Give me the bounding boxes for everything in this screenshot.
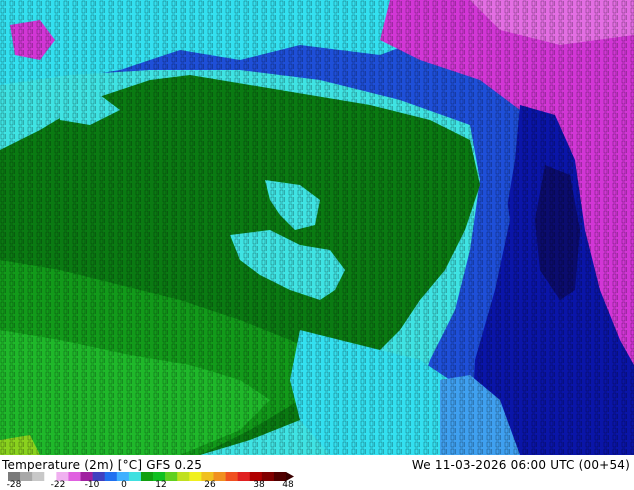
colorbar-swatch	[32, 472, 45, 481]
colorbar-swatch	[237, 472, 251, 481]
colorbar-swatch	[177, 472, 190, 481]
colorbar-swatch	[225, 472, 238, 481]
colorbar-tick-label: 26	[204, 480, 216, 490]
colorbar-swatch	[128, 472, 142, 481]
colorbar-swatch	[165, 472, 178, 481]
temperature-map	[0, 0, 634, 455]
colorbar-tick-label: 0	[121, 480, 127, 490]
forecast-datetime: We 11-03-2026 06:00 UTC (00+54)	[411, 458, 630, 472]
colorbar-swatch	[20, 472, 33, 481]
colorbar-tick-label: 12	[155, 480, 167, 490]
colorbar-swatch	[189, 472, 202, 481]
map-title: Temperature (2m) [°C] GFS 0.25	[2, 458, 203, 472]
colorbar-swatch	[140, 472, 154, 481]
colorbar-tick-label: -22	[50, 480, 66, 490]
map-footer: Temperature (2m) [°C] GFS 0.25 We 11-03-…	[0, 455, 634, 490]
colorbar-tick-label: -28	[6, 480, 22, 490]
colorbar-tick-label: 38	[253, 480, 265, 490]
colorbar-swatch	[104, 472, 118, 481]
colorbar-swatch	[68, 472, 81, 481]
grid-value-overlay	[0, 0, 634, 455]
colorbar-tick-label: -10	[84, 480, 100, 490]
colorbar-tick-label: 48	[282, 480, 294, 490]
